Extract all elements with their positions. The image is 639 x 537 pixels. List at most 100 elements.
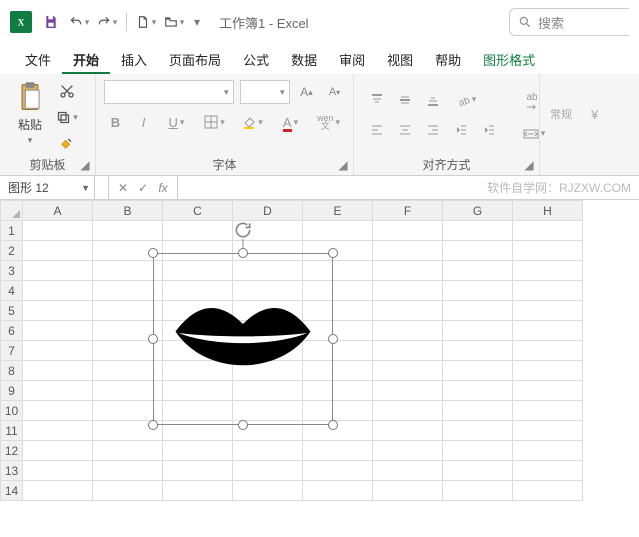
cell-E13[interactable]: [303, 461, 373, 481]
search-box[interactable]: 搜索: [509, 8, 629, 36]
cell-H3[interactable]: [513, 261, 583, 281]
cell-C12[interactable]: [163, 441, 233, 461]
row-header-9[interactable]: 9: [1, 381, 23, 401]
cell-F6[interactable]: [373, 321, 443, 341]
cell-B3[interactable]: [93, 261, 163, 281]
row-header-13[interactable]: 13: [1, 461, 23, 481]
resize-handle-ne[interactable]: [328, 248, 338, 258]
new-file-button[interactable]: [135, 11, 157, 33]
row-header-10[interactable]: 10: [1, 401, 23, 421]
tab-help[interactable]: 帮助: [424, 44, 472, 74]
cell-A3[interactable]: [23, 261, 93, 281]
col-header-G[interactable]: G: [443, 201, 513, 221]
tab-view[interactable]: 视图: [376, 44, 424, 74]
borders-button[interactable]: ▾: [197, 110, 233, 134]
number-format-general[interactable]: 常规: [546, 90, 576, 138]
resize-handle-nw[interactable]: [148, 248, 158, 258]
cell-H2[interactable]: [513, 241, 583, 261]
qat-customize[interactable]: ▾: [191, 11, 203, 33]
resize-handle-n[interactable]: [238, 248, 248, 258]
cell-A9[interactable]: [23, 381, 93, 401]
row-header-6[interactable]: 6: [1, 321, 23, 341]
tab-page-layout[interactable]: 页面布局: [158, 44, 232, 74]
cell-A5[interactable]: [23, 301, 93, 321]
row-header-3[interactable]: 3: [1, 261, 23, 281]
cell-H13[interactable]: [513, 461, 583, 481]
cell-A4[interactable]: [23, 281, 93, 301]
tab-file[interactable]: 文件: [14, 44, 62, 74]
col-header-F[interactable]: F: [373, 201, 443, 221]
alignment-dialog-launcher[interactable]: ◢: [523, 159, 535, 171]
cell-A2[interactable]: [23, 241, 93, 261]
font-dialog-launcher[interactable]: ◢: [337, 159, 349, 171]
cell-H8[interactable]: [513, 361, 583, 381]
cell-A1[interactable]: [23, 221, 93, 241]
cell-H7[interactable]: [513, 341, 583, 361]
cell-B14[interactable]: [93, 481, 163, 501]
cell-G8[interactable]: [443, 361, 513, 381]
cell-A11[interactable]: [23, 421, 93, 441]
cell-A10[interactable]: [23, 401, 93, 421]
col-header-A[interactable]: A: [23, 201, 93, 221]
resize-handle-se[interactable]: [328, 420, 338, 430]
cell-H5[interactable]: [513, 301, 583, 321]
row-header-1[interactable]: 1: [1, 221, 23, 241]
cell-F9[interactable]: [373, 381, 443, 401]
cell-D14[interactable]: [233, 481, 303, 501]
cell-E14[interactable]: [303, 481, 373, 501]
col-header-D[interactable]: D: [233, 201, 303, 221]
cell-H12[interactable]: [513, 441, 583, 461]
cell-H9[interactable]: [513, 381, 583, 401]
tab-shape-format[interactable]: 图形格式: [472, 44, 546, 74]
cell-F3[interactable]: [373, 261, 443, 281]
increase-font-button[interactable]: A▴: [296, 80, 318, 104]
cell-E12[interactable]: [303, 441, 373, 461]
redo-button[interactable]: [96, 11, 118, 33]
cell-G11[interactable]: [443, 421, 513, 441]
cell-B13[interactable]: [93, 461, 163, 481]
cell-G13[interactable]: [443, 461, 513, 481]
phonetic-guide-button[interactable]: wen文▾: [311, 110, 347, 134]
col-header-E[interactable]: E: [303, 201, 373, 221]
row-header-2[interactable]: 2: [1, 241, 23, 261]
cell-G2[interactable]: [443, 241, 513, 261]
cell-G12[interactable]: [443, 441, 513, 461]
formula-bar[interactable]: 软件自学网：RJZXW.COM: [178, 176, 639, 199]
row-header-12[interactable]: 12: [1, 441, 23, 461]
cell-F14[interactable]: [373, 481, 443, 501]
cell-G4[interactable]: [443, 281, 513, 301]
cell-H4[interactable]: [513, 281, 583, 301]
enter-formula-button[interactable]: ✓: [135, 181, 151, 195]
cell-F4[interactable]: [373, 281, 443, 301]
cell-B9[interactable]: [93, 381, 163, 401]
cell-F2[interactable]: [373, 241, 443, 261]
name-box[interactable]: 图形 12 ▼: [0, 176, 95, 199]
cell-B1[interactable]: [93, 221, 163, 241]
align-top-button[interactable]: [364, 88, 390, 112]
paste-button[interactable]: 粘贴 ▾: [10, 80, 50, 146]
cell-F7[interactable]: [373, 341, 443, 361]
font-color-button[interactable]: A▾: [273, 110, 309, 134]
cell-B4[interactable]: [93, 281, 163, 301]
lips-icon[interactable]: [155, 291, 331, 387]
align-middle-button[interactable]: [392, 88, 418, 112]
undo-button[interactable]: [68, 11, 90, 33]
cell-A8[interactable]: [23, 361, 93, 381]
align-center-button[interactable]: [392, 118, 418, 142]
increase-indent-button[interactable]: [476, 118, 502, 142]
row-header-5[interactable]: 5: [1, 301, 23, 321]
col-header-C[interactable]: C: [163, 201, 233, 221]
cell-C13[interactable]: [163, 461, 233, 481]
row-header-14[interactable]: 14: [1, 481, 23, 501]
copy-button[interactable]: [56, 108, 78, 126]
select-all-corner[interactable]: [1, 201, 23, 221]
cell-A14[interactable]: [23, 481, 93, 501]
currency-button[interactable]: ¥: [582, 90, 612, 138]
tab-data[interactable]: 数据: [280, 44, 328, 74]
cell-G3[interactable]: [443, 261, 513, 281]
cell-A6[interactable]: [23, 321, 93, 341]
insert-function-button[interactable]: fx: [155, 181, 171, 195]
tab-review[interactable]: 审阅: [328, 44, 376, 74]
cell-G7[interactable]: [443, 341, 513, 361]
tab-home[interactable]: 开始: [62, 44, 110, 74]
